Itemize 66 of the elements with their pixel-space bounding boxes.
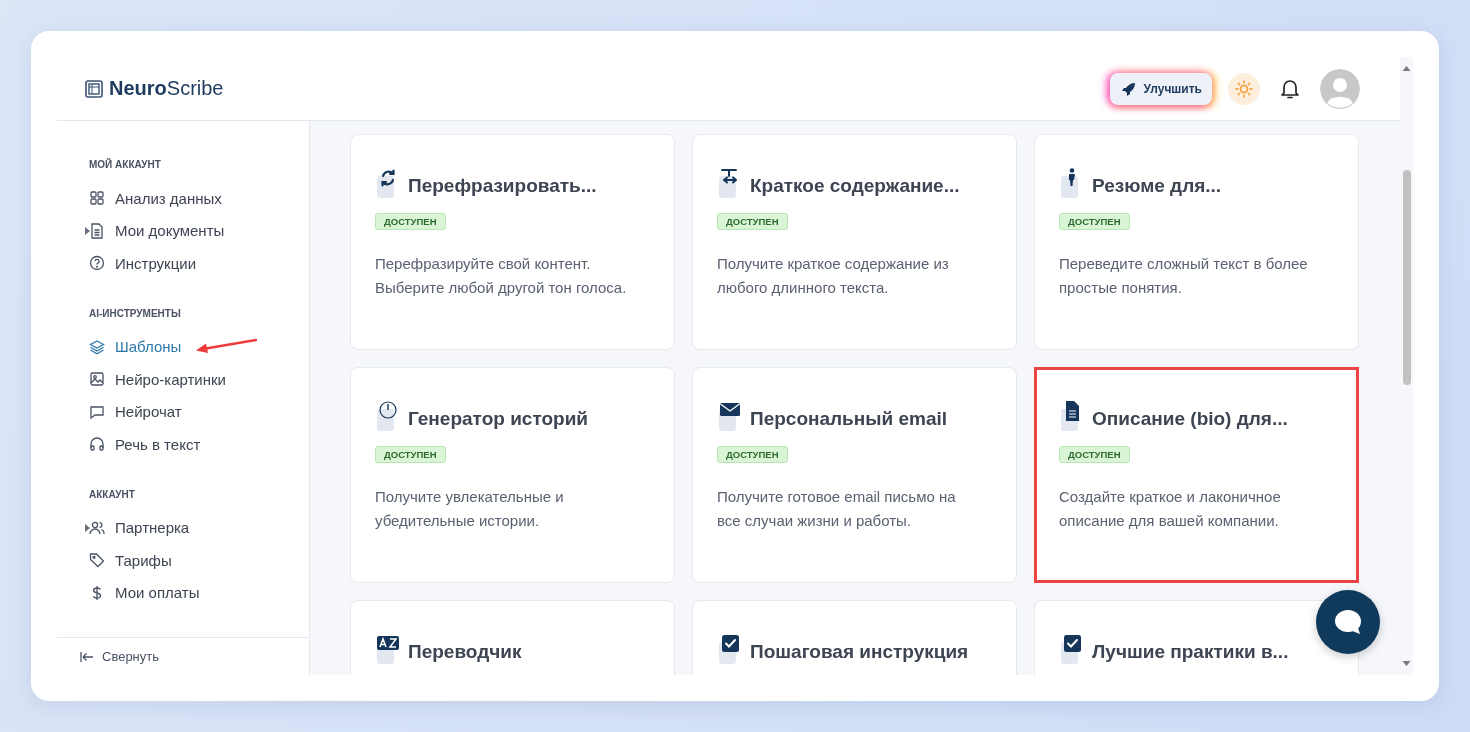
chat-bubble-icon	[89, 403, 105, 420]
envelope-icon	[717, 400, 743, 432]
chat-bubble-icon	[1333, 608, 1363, 636]
template-card[interactable]: Лучшие практики в...	[1034, 600, 1359, 675]
caret-icon[interactable]	[85, 523, 90, 532]
card-title: Резюме для...	[1092, 175, 1222, 198]
theme-toggle[interactable]	[1228, 72, 1260, 105]
card-description: Перефразируйте свой контент. Выберите любой другой тон голоса.	[375, 254, 628, 298]
template-card[interactable]: Пошаговая инструкция	[692, 600, 1017, 675]
rocket-icon	[1121, 81, 1136, 96]
status-badge: ДОСТУПЕН	[717, 446, 788, 463]
question-icon	[89, 255, 105, 272]
highlighted-template-card[interactable]: Описание (bio) для... ДОСТУПЕН Создайте краткое и лаконичное описание для вашей компании.	[1034, 367, 1359, 583]
card-title: Генератор историй	[408, 408, 588, 431]
card-title: Перефразировать...	[408, 175, 597, 198]
sidebar-item[interactable]: Партнерка	[89, 511, 309, 544]
sidebar-item[interactable]: Нейрочат	[89, 395, 309, 428]
card-title: Пошаговая инструкция	[750, 641, 969, 664]
sidebar-item[interactable]: Нейро-картинки	[89, 363, 309, 396]
status-badge: ДОСТУПЕН	[1059, 213, 1130, 230]
template-card[interactable]: Перефразировать... ДОСТУПЕН Перефразируйте свой контент. Выберите любой другой тон голоса.	[350, 134, 675, 350]
status-badge: ДОСТУПЕН	[1059, 446, 1130, 463]
card-description: Получите увлекательные и убедительные истории.	[375, 487, 565, 531]
status-badge: ДОСТУПЕН	[375, 446, 446, 463]
card-title: Краткое содержание...	[750, 175, 960, 198]
template-card[interactable]: Резюме для... ДОСТУПЕН Переведите сложный текст в более простые понятия.	[1034, 134, 1359, 350]
card-title: Персональный email	[750, 408, 948, 431]
collapse-icon	[80, 651, 94, 662]
sidebar-item[interactable]: Тарифы	[89, 544, 309, 577]
section-heading: АККАУНТ	[89, 488, 136, 500]
collapse-button[interactable]: Свернуть	[80, 649, 159, 664]
template-card[interactable]: Персональный email ДОСТУПЕН Получите готовое email письмо на все случаи жизни и работы.	[692, 367, 1017, 583]
grid-icon	[89, 190, 105, 207]
sidebar-item[interactable]: Шаблоны	[89, 330, 309, 363]
sidebar-item[interactable]: Мои оплаты	[89, 576, 309, 609]
card-description: Переведите сложный текст в более простые понятия.	[1059, 254, 1309, 298]
sidebar-item[interactable]: Инструкции	[89, 247, 309, 280]
section-heading: МОЙ АККАУНТ	[89, 159, 162, 170]
status-badge: ДОСТУПЕН	[717, 213, 788, 230]
users-icon	[89, 519, 105, 536]
document-icon	[89, 222, 105, 239]
card-description: Получите готовое email письмо на все случаи жизни и работы.	[717, 487, 957, 531]
image-icon	[89, 371, 105, 388]
card-title: Описание (bio) для...	[1092, 408, 1288, 431]
card-description: Создайте краткое и лаконичное описание для вашей компании.	[1059, 487, 1282, 531]
card-title: Переводчик	[408, 641, 522, 664]
template-card[interactable]: Генератор историй ДОСТУПЕН Получите увлекательные и убедительные истории.	[350, 367, 675, 583]
logo-icon	[85, 79, 103, 98]
tag-icon	[89, 552, 105, 569]
sidebar-item[interactable]: Речь в текст	[89, 428, 309, 461]
sidebar-item[interactable]: Анализ данных	[89, 182, 309, 215]
template-card[interactable]: Переводчик	[350, 600, 675, 675]
sidebar-item[interactable]: Мои документы	[89, 214, 309, 247]
headphones-icon	[89, 436, 105, 453]
status-badge: ДОСТУПЕН	[375, 213, 446, 230]
layers-icon	[89, 338, 105, 355]
bell-icon[interactable]	[1280, 77, 1300, 100]
template-card[interactable]: Краткое содержание... ДОСТУПЕН Получите краткое содержание из любого длинного текста.	[692, 134, 1017, 350]
app-logo-text[interactable]: NeuroScribe	[109, 77, 224, 100]
upgrade-button[interactable]: Улучшить	[1109, 72, 1212, 105]
card-description: Получите краткое содержание из любого длинного текста.	[717, 254, 950, 298]
sun-icon	[1235, 79, 1253, 98]
section-heading: AI-ИНСТРУМЕНТЫ	[89, 307, 182, 319]
translate-icon	[375, 633, 401, 665]
card-title: Лучшие практики в...	[1092, 641, 1289, 664]
caret-icon[interactable]	[85, 226, 90, 235]
